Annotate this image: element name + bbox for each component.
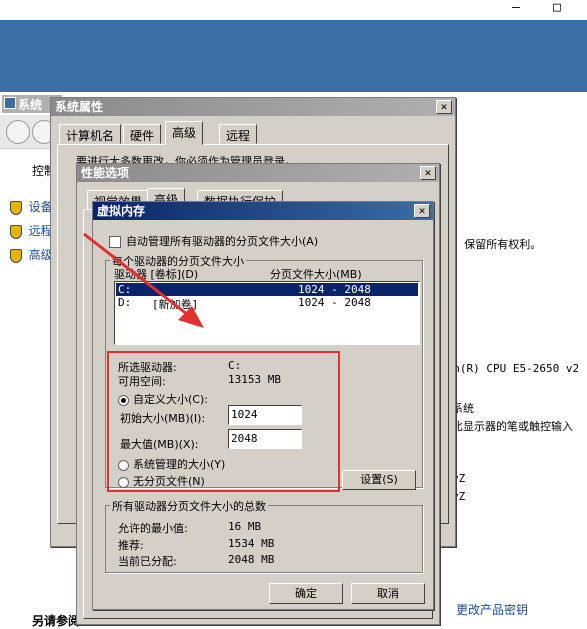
tab-computer-name[interactable]: 计算机名 <box>59 124 122 144</box>
min-allowed-value: 16 MB <box>228 520 262 533</box>
annotation-arrow-line <box>83 232 193 320</box>
left-link-device[interactable]: 设备 <box>10 198 53 215</box>
tab-hardware[interactable]: 硬件 <box>123 124 162 144</box>
back-icon[interactable] <box>6 120 30 144</box>
set-button[interactable]: 设置(S) <box>342 470 416 490</box>
maximize-button[interactable]: □ <box>553 0 561 15</box>
annotation-highlight-box <box>107 351 340 492</box>
close-icon[interactable]: ✕ <box>420 166 436 180</box>
annotation-arrow <box>83 232 204 328</box>
close-icon[interactable]: ✕ <box>414 204 430 218</box>
system-properties-titlebar: 系统属性 <box>51 98 455 116</box>
total-group: 所有驱动器分页文件大小的总数 允许的最小值: 16 MB 推荐: 1534 MB… <box>105 498 423 573</box>
performance-options-titlebar: 性能选项 <box>77 164 439 182</box>
background-window-title: 系统 <box>18 98 43 112</box>
left-link-remote[interactable]: 远程 <box>10 222 53 239</box>
column-size: 分页文件大小(MB) <box>270 268 362 281</box>
computer-icon <box>4 97 16 109</box>
current-allocated-label: 当前已分配: <box>118 555 177 568</box>
cpu-text: eon(R) CPU E5-2650 v2 <box>440 362 580 375</box>
pen-touch-text: 比显示器的笔或触控输入 <box>452 420 573 433</box>
total-group-label: 所有驱动器分页文件大小的总数 <box>110 498 268 514</box>
tab-advanced[interactable]: 高级 <box>165 121 204 145</box>
virtual-memory-titlebar: 虚拟内存 <box>93 202 433 220</box>
desktop-banner <box>0 20 587 92</box>
minimize-button[interactable]: – <box>512 0 520 15</box>
current-allocated-value: 2048 MB <box>228 553 275 566</box>
min-allowed-label: 允许的最小值: <box>118 522 188 535</box>
cancel-button[interactable]: 取消 <box>351 583 425 604</box>
close-icon[interactable]: ✕ <box>436 100 452 114</box>
left-link-advanced[interactable]: 高级 <box>10 246 53 263</box>
recommended-label: 推荐: <box>118 539 144 552</box>
ok-button[interactable]: 确定 <box>269 583 343 604</box>
recommended-value: 1534 MB <box>228 537 275 550</box>
shield-icon <box>10 249 22 263</box>
shield-icon <box>10 225 22 239</box>
change-product-key-link[interactable]: 更改产品密钥 <box>456 601 528 618</box>
tab-remote[interactable]: 远程 <box>219 124 258 144</box>
shield-icon <box>10 201 22 215</box>
see-also-heading: 另请参阅 <box>32 614 81 628</box>
top-strip <box>0 0 587 20</box>
nav-bar <box>0 115 56 149</box>
